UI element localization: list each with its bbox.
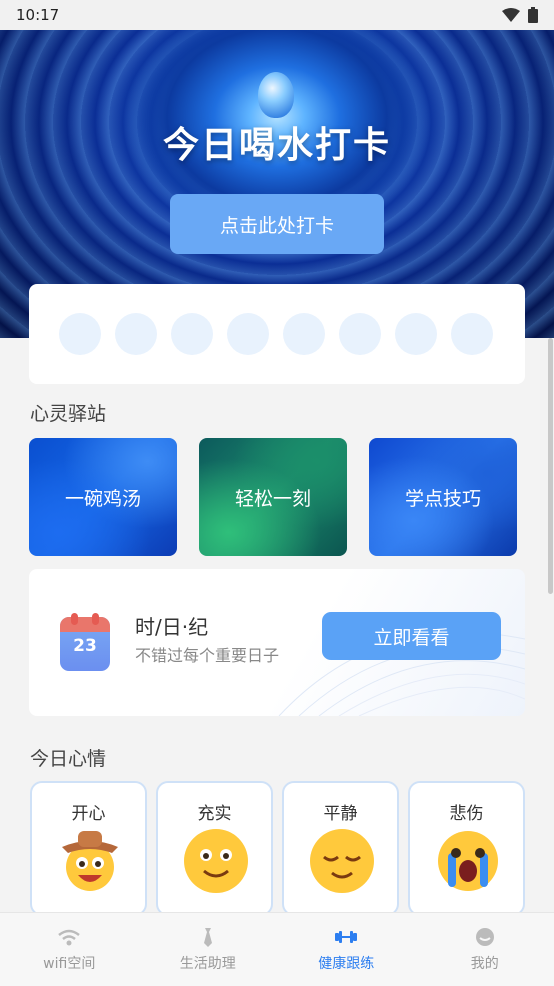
mood-calm[interactable]: 平静 — [282, 781, 399, 916]
wifi-signal-icon — [502, 8, 520, 22]
relieved-face-icon — [310, 829, 374, 893]
water-cup-dot[interactable] — [171, 313, 213, 355]
crying-face-icon — [438, 831, 498, 891]
tab-mine[interactable]: 我的 — [416, 913, 554, 986]
tab-label: 生活助理 — [179, 955, 236, 972]
hero-title: 今日喝水打卡 — [162, 125, 391, 166]
calendar-icon: 23 — [60, 613, 110, 671]
mood-label: 悲伤 — [449, 804, 484, 824]
mood-fulfilled[interactable]: 充实 — [156, 781, 273, 916]
water-cup-dot[interactable] — [451, 313, 493, 355]
water-cup-dot[interactable] — [283, 313, 325, 355]
status-time: 10:17 — [16, 6, 60, 24]
section-title-mood: 今日心情 — [30, 748, 107, 770]
tile-chicken-soup[interactable]: 一碗鸡汤 — [29, 438, 177, 556]
scrollbar[interactable] — [548, 338, 553, 594]
water-progress-card — [29, 284, 525, 384]
section-title-heart-station: 心灵驿站 — [30, 403, 107, 425]
checkin-button[interactable]: 点击此处打卡 — [170, 194, 384, 254]
tab-wifi-space[interactable]: wifi空间 — [0, 913, 139, 986]
tab-label: wifi空间 — [43, 955, 96, 972]
view-now-button[interactable]: 立即看看 — [322, 612, 501, 660]
cowboy-face-icon — [62, 831, 118, 891]
water-cup-dot[interactable] — [115, 313, 157, 355]
bottom-tab-bar: wifi空间 生活助理 健康跟练 我的 — [0, 912, 554, 986]
water-cup-dot[interactable] — [339, 313, 381, 355]
calendar-title: 时/日·纪 — [135, 615, 209, 639]
water-drop-image — [258, 72, 294, 118]
tile-relax-moment[interactable]: 轻松一刻 — [199, 438, 347, 556]
tile-label: 一碗鸡汤 — [64, 487, 141, 510]
dumbbell-icon — [335, 930, 358, 943]
profile-icon — [475, 927, 494, 946]
status-bar: 10:17 — [0, 0, 554, 30]
mood-happy[interactable]: 开心 — [30, 781, 147, 916]
water-cup-dot[interactable] — [395, 313, 437, 355]
mood-label: 充实 — [197, 804, 232, 824]
tie-icon — [203, 927, 212, 947]
tab-label: 我的 — [470, 955, 499, 972]
mood-sad[interactable]: 悲伤 — [408, 781, 525, 916]
tab-health-training[interactable]: 健康跟练 — [277, 913, 416, 986]
tile-label: 学点技巧 — [404, 487, 481, 510]
calendar-card: 23 时/日·纪 不错过每个重要日子 立即看看 — [29, 569, 525, 716]
smiling-face-icon — [184, 829, 248, 893]
water-cup-dot[interactable] — [227, 313, 269, 355]
battery-icon — [528, 7, 538, 23]
mood-label: 平静 — [323, 804, 358, 824]
water-cup-dot[interactable] — [59, 313, 101, 355]
calendar-subtitle: 不错过每个重要日子 — [135, 646, 280, 665]
wifi-icon — [58, 929, 81, 945]
tile-learn-skills[interactable]: 学点技巧 — [369, 438, 517, 556]
tile-label: 轻松一刻 — [234, 487, 311, 510]
tab-label: 健康跟练 — [318, 955, 375, 972]
tab-life-assistant[interactable]: 生活助理 — [139, 913, 278, 986]
status-icons — [502, 7, 538, 23]
mood-label: 开心 — [71, 804, 106, 824]
calendar-day: 23 — [73, 636, 97, 656]
